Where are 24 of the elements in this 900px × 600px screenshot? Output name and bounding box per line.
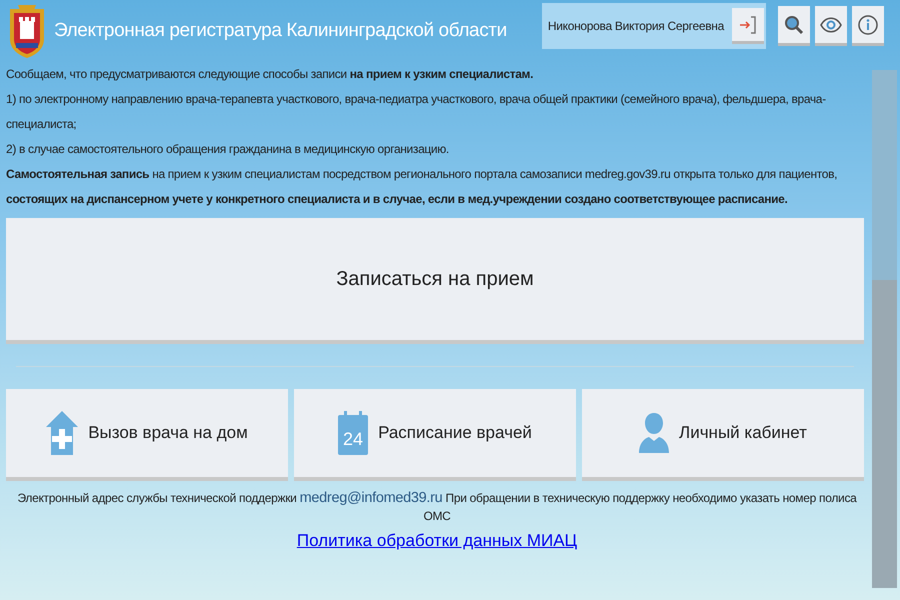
menu-tile[interactable]: 24 Расписание врачей — [294, 389, 576, 481]
menu-tile[interactable]: Личный кабинет — [582, 389, 864, 481]
info-icon — [858, 14, 878, 34]
book-appointment-button[interactable]: Записаться на прием — [6, 218, 864, 344]
site-title: Электронная регистратура Калининградской области — [54, 20, 508, 42]
visibility-button[interactable] — [815, 6, 847, 46]
privacy-policy-link[interactable]: Политика обработки данных МИАЦ — [296, 531, 578, 551]
info-button[interactable] — [852, 6, 884, 46]
notice-paragraph: Сообщаем, что предусматриваются следующие способы записи на прием к узким специалистам. — [6, 66, 534, 83]
menu-tile[interactable]: Вызов врача на дом — [6, 389, 288, 481]
eye-icon — [820, 16, 842, 32]
search-button[interactable] — [778, 6, 810, 46]
search-icon — [784, 14, 804, 34]
support-text: Электронный адрес службы технической поддержки medreg@infomed39.ru При обращении в техническую поддержку необходимо указать номер полиса ОМС — [16, 489, 858, 525]
notice-paragraph: 2) в случае самостоятельного обращения гражданина в медицинскую организацию. — [6, 141, 450, 158]
person-icon — [639, 413, 670, 453]
email-link[interactable]: medreg@infomed39.ru — [300, 490, 442, 506]
logout-button[interactable] — [732, 8, 764, 44]
house-icon — [46, 411, 78, 455]
notice-paragraph: 1) по электронному направлению врача-терапевта участкового, врача-педиатра участкового, врача общей практики (семейного врача), фельдшера, врача-специалиста; — [6, 91, 827, 133]
user-name: Никонорова Виктория Сергеевна — [546, 19, 726, 33]
notice-paragraph: Самостоятельная запись на прием к узким специалистам посредством регионального портала самозаписи medreg.gov39.ru открыта только для пациентов, состоящих на диспансерном учете у конкретного специалиста и в случае, если в мед.учреждении создано соответствующее расписание. — [6, 166, 838, 208]
logout-icon — [740, 16, 756, 34]
scrollbar[interactable] — [872, 70, 897, 588]
